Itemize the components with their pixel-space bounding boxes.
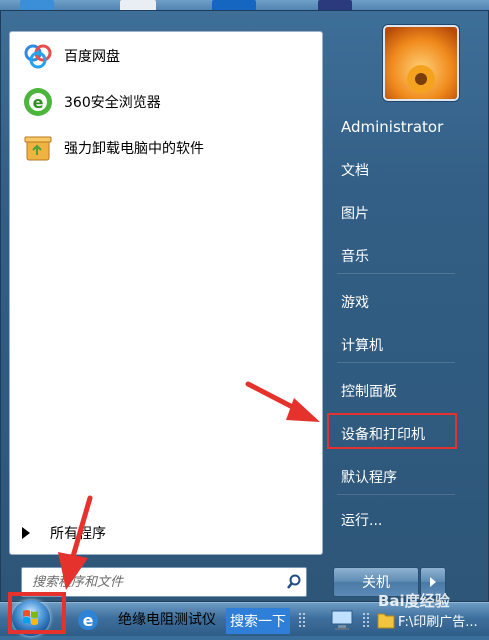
program-label: 百度网盘 [64, 49, 120, 65]
program-label: 强力卸载电脑中的软件 [64, 141, 204, 157]
pointer-arrow-icon [245, 381, 320, 422]
menu-computer[interactable]: 计算机 [341, 333, 383, 357]
program-item-baidu-netdisk[interactable]: 百度网盘 [18, 36, 314, 76]
grip-icon [299, 613, 305, 627]
menu-pictures[interactable]: 图片 [341, 201, 369, 225]
menu-user-folder[interactable]: Administrator [341, 115, 443, 139]
svg-text:e: e [33, 93, 44, 112]
start-button-highlight [8, 592, 66, 634]
grip-icon [363, 613, 369, 627]
menu-default-programs[interactable]: 默认程序 [341, 465, 397, 489]
menu-separator [337, 362, 455, 363]
menu-games[interactable]: 游戏 [341, 290, 369, 314]
taskbar-app-label[interactable]: 绝缘电阻测试仪 [118, 606, 216, 632]
program-item-uninstaller[interactable]: 强力卸载电脑中的软件 [18, 128, 314, 168]
search-icon[interactable] [282, 570, 306, 594]
baidu-netdisk-icon [22, 40, 54, 72]
menu-run[interactable]: 运行... [341, 508, 382, 532]
expand-arrow-icon [22, 527, 30, 539]
menu-separator [337, 494, 455, 495]
pointer-arrow-icon [58, 495, 93, 590]
taskbar-search-button[interactable]: 搜索一下 [226, 608, 290, 634]
watermark: Bai度经验 [378, 592, 450, 610]
chevron-right-icon [430, 577, 436, 587]
menu-music[interactable]: 音乐 [341, 244, 369, 268]
360-browser-icon: e [22, 86, 54, 118]
user-avatar[interactable] [383, 25, 459, 101]
ie-taskbar-icon[interactable]: e [76, 608, 100, 632]
svg-text:e: e [83, 611, 94, 630]
program-item-360-browser[interactable]: e 360安全浏览器 [18, 82, 314, 122]
menu-documents[interactable]: 文档 [341, 158, 369, 182]
menu-separator [337, 273, 455, 274]
uninstall-box-icon [22, 132, 54, 164]
computer-taskbar-icon[interactable] [330, 608, 354, 632]
program-list-pane: 百度网盘 e 360安全浏览器 强力卸载电脑中的软件 [9, 31, 323, 555]
taskbar-folder-path[interactable]: F:\印刷广告... [398, 608, 478, 632]
folder-taskbar-icon[interactable] [376, 608, 396, 632]
program-label: 360安全浏览器 [64, 95, 161, 111]
devices-printers-highlight [327, 413, 457, 449]
menu-control-panel[interactable]: 控制面板 [341, 379, 397, 403]
